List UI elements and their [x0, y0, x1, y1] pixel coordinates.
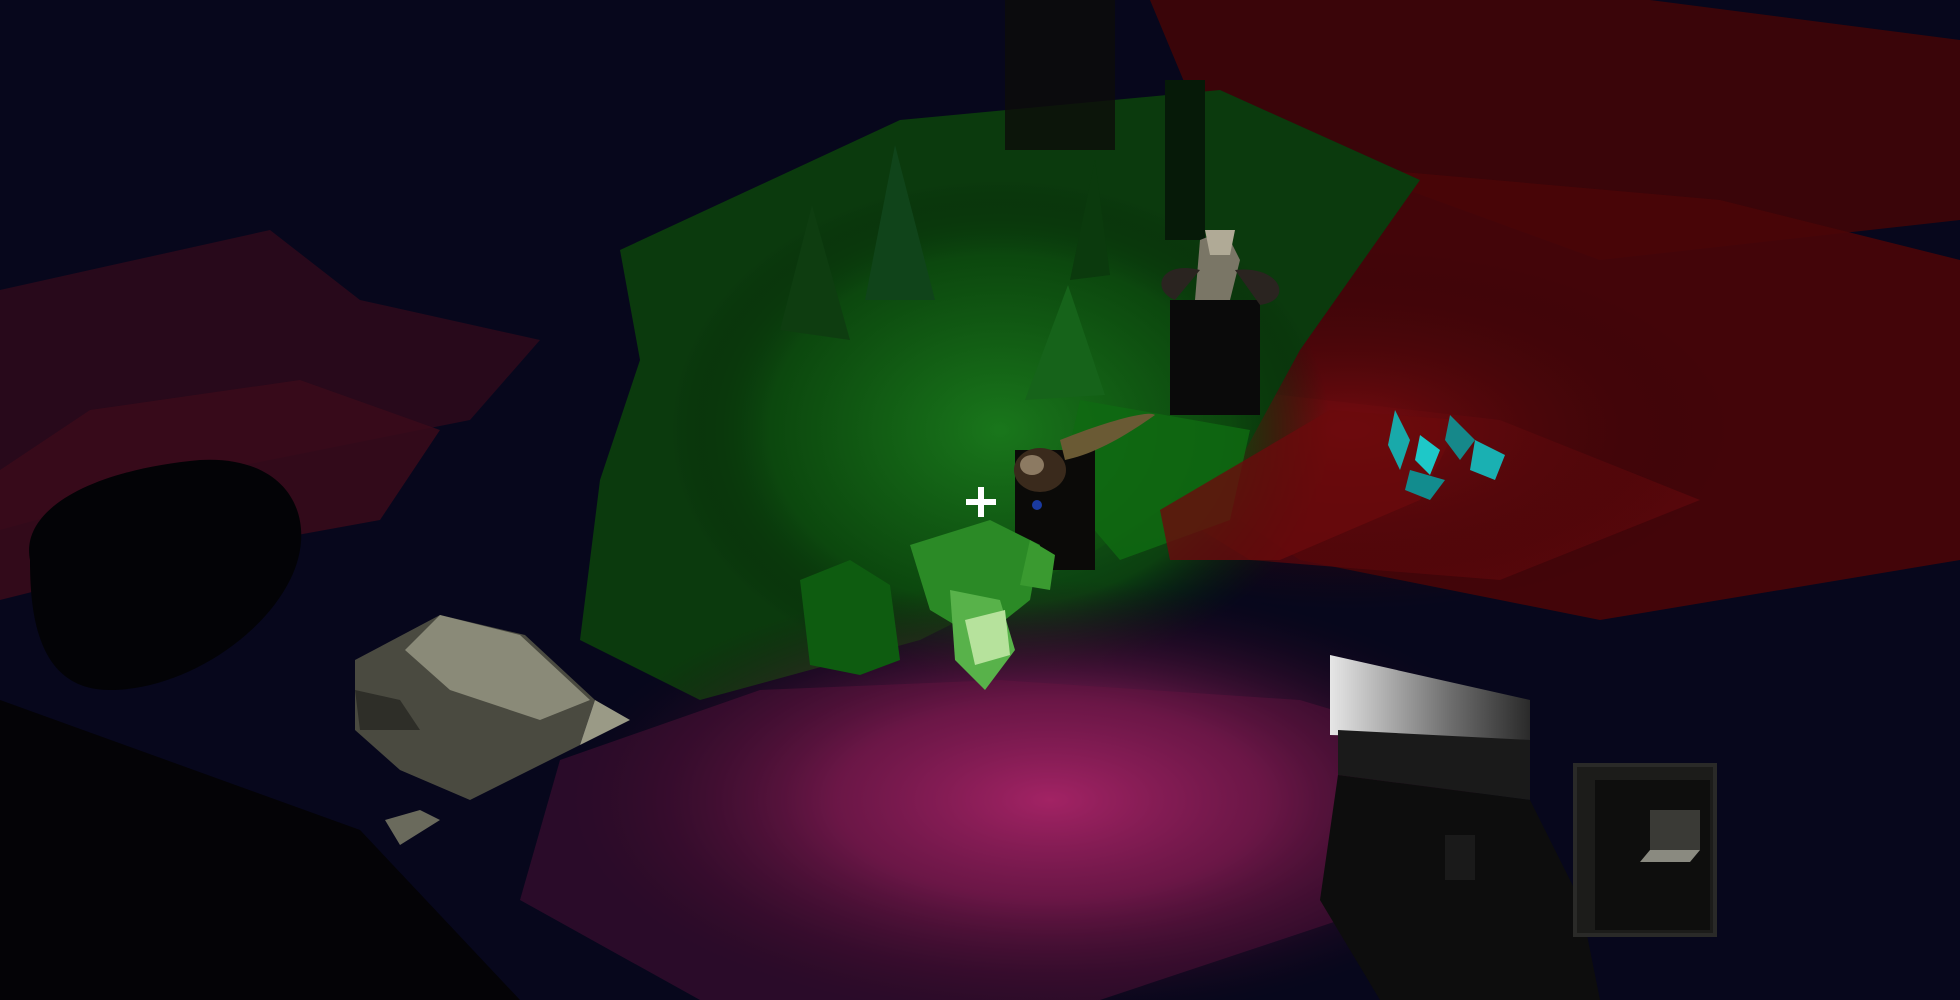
tree-trunk [1005, 0, 1115, 150]
dark-pillar [1165, 80, 1205, 240]
game-scene [0, 0, 1960, 1000]
game-viewport[interactable] [0, 0, 1960, 1000]
